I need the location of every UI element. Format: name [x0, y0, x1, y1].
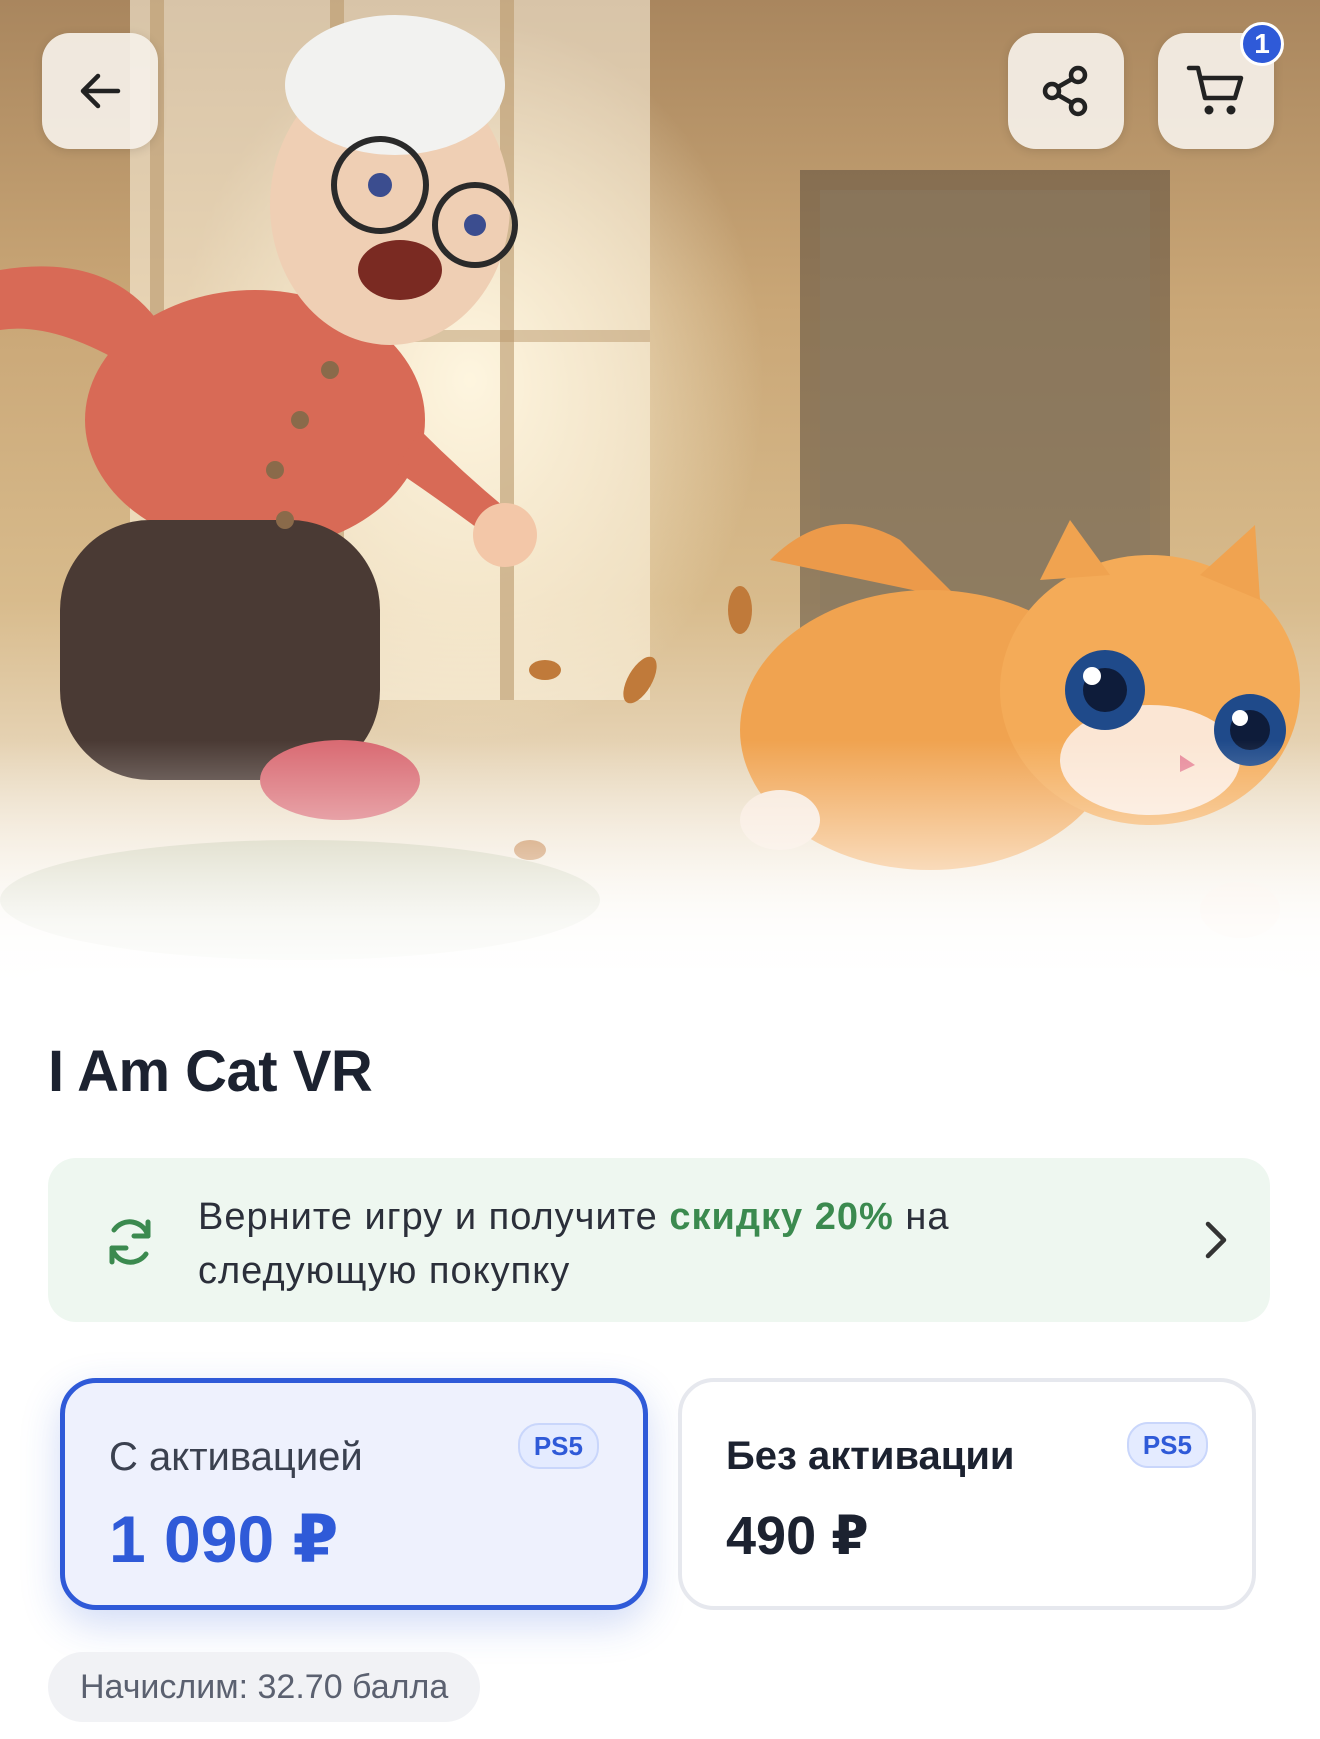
cart-count-badge: 1	[1240, 22, 1284, 66]
arrow-left-icon	[80, 73, 121, 109]
share-button[interactable]	[1008, 33, 1124, 149]
platform-badge: PS5	[1126, 1422, 1208, 1468]
platform-badge: PS5	[517, 1423, 599, 1469]
option-price: 490 ₽	[726, 1506, 869, 1566]
product-title: I Am Cat VR	[48, 1039, 373, 1104]
option-card-without-activation[interactable]: Без активации PS5 490 ₽	[678, 1378, 1256, 1610]
hero-image	[0, 0, 1320, 1000]
promo-text-accent: скидку 20%	[669, 1196, 894, 1238]
promo-text-before: Верните игру и получите	[198, 1196, 670, 1238]
option-label: Без активации	[726, 1434, 1015, 1478]
refresh-icon	[109, 1219, 151, 1265]
cart-icon	[1186, 65, 1244, 115]
bonus-points-chip: Начислим: 32.70 балла	[48, 1652, 481, 1722]
share-icon	[1042, 65, 1088, 117]
option-label: С активацией	[109, 1435, 363, 1479]
option-price: 1 090 ₽	[109, 1502, 339, 1576]
option-card-with-activation[interactable]: С активацией PS5 1 090 ₽	[60, 1378, 648, 1610]
back-button[interactable]	[42, 33, 158, 149]
promo-text: Верните игру и получите скидку 20% на сл…	[198, 1190, 1098, 1298]
return-promo-banner[interactable]: Верните игру и получите скидку 20% на сл…	[48, 1158, 1270, 1322]
hero-fade	[0, 740, 1320, 1000]
chevron-right-icon	[1205, 1221, 1227, 1259]
